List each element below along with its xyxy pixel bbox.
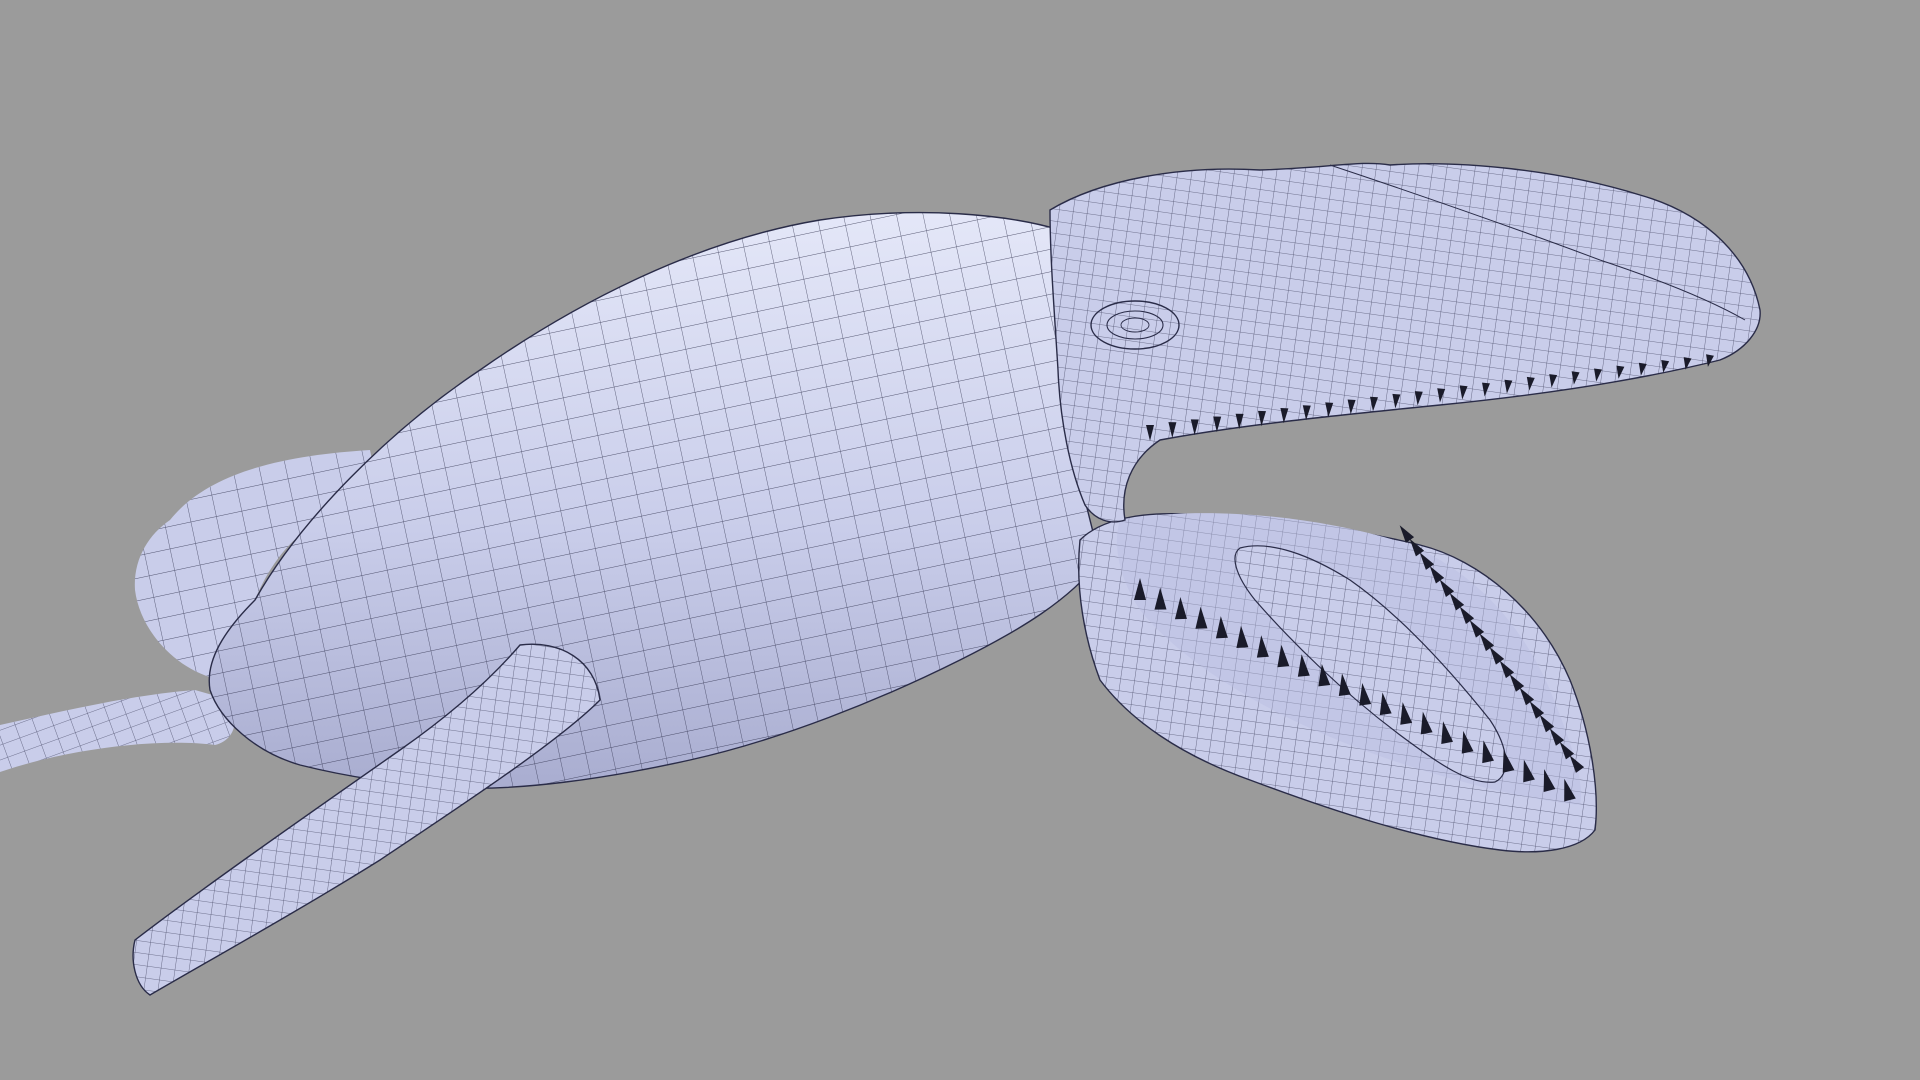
3d-viewport[interactable] xyxy=(0,0,1920,1080)
model-render xyxy=(0,0,1920,1080)
